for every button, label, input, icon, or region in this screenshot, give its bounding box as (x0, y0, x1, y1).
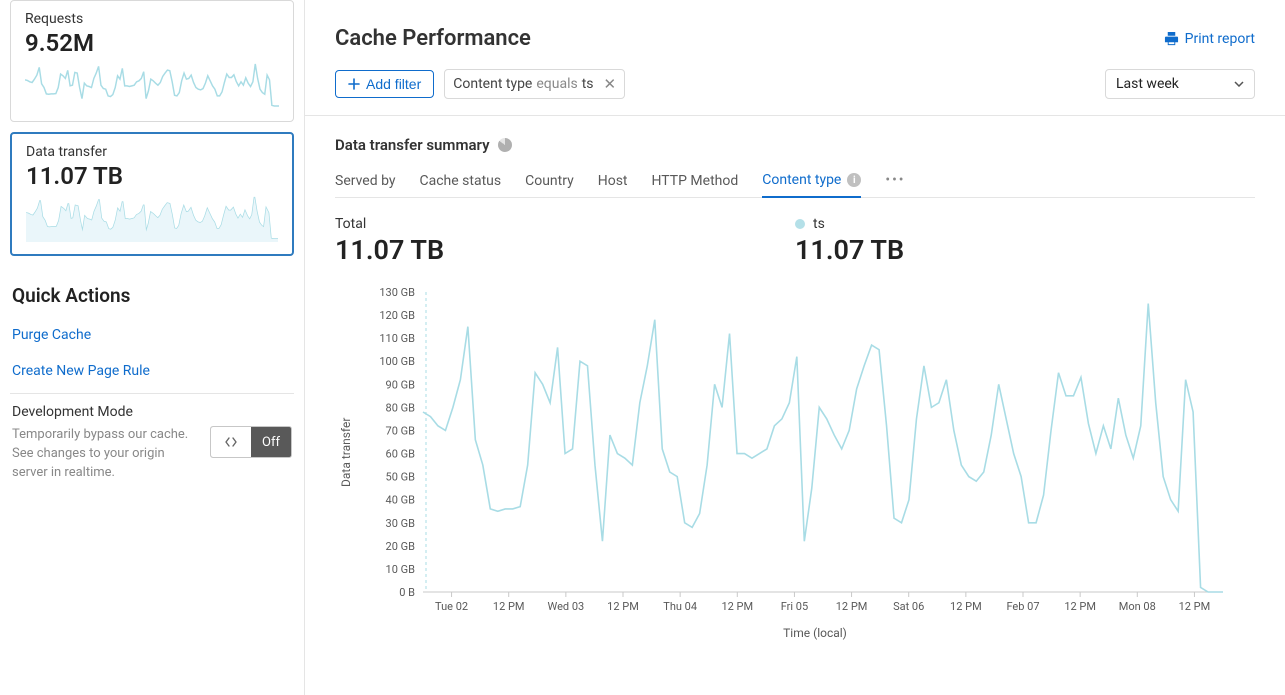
svg-text:80 GB: 80 GB (386, 401, 416, 414)
filter-chip-content-type[interactable]: Content type equals ts ✕ (444, 69, 625, 99)
svg-text:Fri 05: Fri 05 (781, 600, 808, 613)
svg-text:60 GB: 60 GB (386, 448, 416, 461)
total-block: Total 11.07 TB (335, 216, 795, 266)
svg-text:0 B: 0 B (399, 586, 415, 599)
filter-chip-remove-icon[interactable]: ✕ (604, 75, 617, 93)
svg-text:20 GB: 20 GB (386, 540, 416, 553)
svg-text:Thu 04: Thu 04 (663, 600, 697, 613)
tab-served-by[interactable]: Served by (335, 172, 396, 197)
purge-cache-link[interactable]: Purge Cache (10, 317, 294, 353)
info-icon[interactable]: i (847, 173, 861, 187)
tab-cache-status[interactable]: Cache status (420, 172, 502, 197)
page-title: Cache Performance (335, 26, 531, 51)
svg-text:50 GB: 50 GB (386, 471, 416, 484)
development-mode-section: Development Mode Temporarily bypass our … (10, 394, 294, 487)
main: Cache Performance Print report Add filte… (305, 0, 1285, 695)
svg-text:Feb 07: Feb 07 (1006, 600, 1039, 613)
segmentation-tabs: Served by Cache status Country Host HTTP Met… (335, 172, 1255, 198)
total-value: 11.07 TB (335, 234, 795, 266)
svg-text:70 GB: 70 GB (386, 424, 416, 437)
summary-title: Data transfer summary (335, 136, 490, 154)
series-block: ts 11.07 TB (795, 216, 1255, 266)
series-label: ts (813, 216, 825, 232)
filter-chip-field: Content type (453, 76, 532, 92)
card-data-transfer[interactable]: Data transfer 11.07 TB (10, 132, 294, 256)
svg-text:12 PM: 12 PM (1064, 600, 1096, 613)
quick-actions-title: Quick Actions (12, 284, 292, 307)
svg-text:12 PM: 12 PM (836, 600, 868, 613)
card-data-transfer-label: Data transfer (26, 144, 278, 160)
body: Data transfer summary Served by Cache sta… (305, 116, 1285, 650)
svg-text:90 GB: 90 GB (386, 378, 416, 391)
sparkline-requests (25, 61, 279, 109)
chart-area: Data transfer 0 B 10 GB 20 GB 30 GB 40 GB 50 … (335, 282, 1255, 622)
devmode-toggle[interactable]: Off (210, 426, 292, 458)
toggle-arrows-icon (211, 427, 251, 457)
print-report-link[interactable]: Print report (1164, 31, 1255, 47)
svg-text:40 GB: 40 GB (386, 494, 416, 507)
card-data-transfer-value: 11.07 TB (26, 162, 278, 190)
header: Cache Performance Print report (305, 0, 1285, 51)
svg-text:130 GB: 130 GB (379, 286, 415, 299)
filter-chip-op: equals (536, 76, 577, 92)
pie-icon (498, 138, 512, 152)
svg-text:Mon 08: Mon 08 (1119, 600, 1156, 613)
svg-text:10 GB: 10 GB (386, 563, 416, 576)
tab-host[interactable]: Host (598, 172, 628, 197)
x-axis-label: Time (local) (335, 626, 1255, 640)
svg-text:12 PM: 12 PM (721, 600, 753, 613)
totals-row: Total 11.07 TB ts 11.07 TB (335, 216, 1255, 266)
svg-text:120 GB: 120 GB (379, 309, 415, 322)
svg-text:Tue 02: Tue 02 (435, 600, 468, 613)
sparkline-data-transfer (26, 194, 278, 242)
svg-text:110 GB: 110 GB (379, 332, 415, 345)
plus-icon (348, 78, 360, 90)
tab-content-type[interactable]: Content typei (762, 172, 861, 198)
svg-text:Sat 06: Sat 06 (893, 600, 924, 613)
svg-text:12 PM: 12 PM (607, 600, 639, 613)
card-requests-value: 9.52M (25, 29, 279, 57)
devmode-description: Temporarily bypass our cache. See change… (12, 426, 202, 483)
series-value: 11.07 TB (795, 234, 1255, 266)
total-label: Total (335, 216, 795, 232)
svg-text:Wed 03: Wed 03 (547, 600, 584, 613)
svg-text:12 PM: 12 PM (950, 600, 982, 613)
sidebar: Requests 9.52M Data transfer 11.07 TB Qu… (0, 0, 305, 695)
card-requests-label: Requests (25, 11, 279, 27)
add-filter-button[interactable]: Add filter (335, 70, 434, 98)
y-axis-label: Data transfer (335, 282, 353, 622)
tab-http-method[interactable]: HTTP Method (652, 172, 739, 197)
create-page-rule-link[interactable]: Create New Page Rule (10, 353, 294, 389)
filter-chip-value: ts (582, 76, 594, 92)
legend-dot-icon (795, 219, 805, 229)
print-icon (1164, 31, 1179, 46)
chevron-down-icon (1234, 81, 1244, 87)
summary-title-row: Data transfer summary (335, 136, 1255, 154)
add-filter-label: Add filter (366, 76, 421, 92)
time-range-select[interactable]: Last week (1105, 69, 1255, 99)
card-requests[interactable]: Requests 9.52M (10, 0, 294, 122)
devmode-title: Development Mode (12, 404, 292, 420)
svg-text:12 PM: 12 PM (1179, 600, 1211, 613)
tab-country[interactable]: Country (525, 172, 574, 197)
data-transfer-chart[interactable]: 0 B 10 GB 20 GB 30 GB 40 GB 50 GB 60 GB 70 GB 80… (353, 282, 1255, 622)
svg-text:12 PM: 12 PM (493, 600, 525, 613)
svg-text:100 GB: 100 GB (379, 355, 415, 368)
more-tabs-button[interactable]: ••• (885, 172, 905, 197)
print-label: Print report (1185, 31, 1255, 47)
svg-text:30 GB: 30 GB (386, 517, 416, 530)
filter-row: Add filter Content type equals ts ✕ Last… (305, 51, 1285, 116)
toggle-off-label: Off (251, 427, 291, 457)
time-range-value: Last week (1116, 76, 1179, 92)
